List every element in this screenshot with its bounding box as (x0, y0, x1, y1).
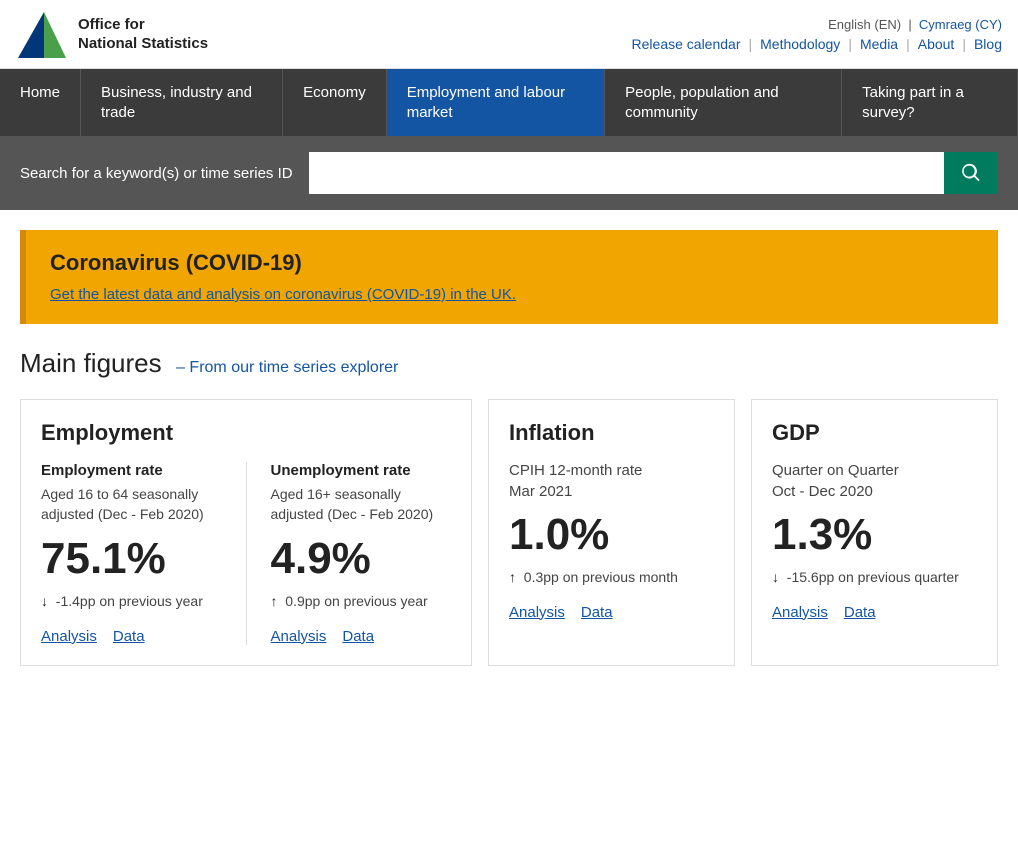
search-input[interactable] (309, 152, 944, 194)
unemployment-rate-arrow: ↑ (271, 593, 278, 609)
inflation-card: Inflation CPIH 12-month rate Mar 2021 1.… (488, 399, 735, 666)
inflation-value: 1.0% (509, 510, 714, 560)
employment-rate-change: ↓ -1.4pp on previous year (41, 592, 222, 612)
header: Office for National Statistics English (… (0, 0, 1018, 69)
logo-area: Office for National Statistics (16, 8, 208, 60)
media-link[interactable]: Media (860, 36, 898, 52)
search-input-wrap (309, 152, 998, 194)
main-nav: Home Business, industry and trade Econom… (0, 69, 1018, 136)
search-icon (960, 162, 982, 184)
covid-title: Coronavirus (COVID-19) (50, 250, 974, 276)
unemployment-rate-label: Unemployment rate (271, 462, 452, 479)
ons-logo-icon (16, 8, 68, 60)
employment-card-inner: Employment rate Aged 16 to 64 seasonally… (41, 462, 451, 645)
inflation-arrow: ↑ (509, 569, 516, 585)
employment-rate-data-link[interactable]: Data (113, 628, 145, 645)
lang-welsh-link[interactable]: Cymraeg (CY) (919, 17, 1002, 32)
nav-item-business[interactable]: Business, industry and trade (81, 69, 283, 136)
inflation-change: ↑ 0.3pp on previous month (509, 568, 714, 588)
nav-item-people[interactable]: People, population and community (605, 69, 842, 136)
unemployment-rate-desc: Aged 16+ seasonally adjusted (Dec - Feb … (271, 485, 452, 524)
release-calendar-link[interactable]: Release calendar (632, 36, 741, 52)
inflation-metric-label: CPIH 12-month rate (509, 462, 714, 479)
unemployment-rate-change: ↑ 0.9pp on previous year (271, 592, 452, 612)
employment-rate-analysis-link[interactable]: Analysis (41, 628, 97, 645)
search-label: Search for a keyword(s) or time series I… (20, 165, 293, 182)
gdp-metric-date: Oct - Dec 2020 (772, 483, 977, 500)
lang-english: English (EN) (828, 17, 901, 32)
covid-link[interactable]: Get the latest data and analysis on coro… (50, 286, 516, 303)
about-link[interactable]: About (918, 36, 955, 52)
language-bar: English (EN) | Cymraeg (CY) (632, 17, 1002, 32)
top-nav-links: Release calendar | Methodology | Media |… (632, 36, 1002, 52)
inflation-data-link[interactable]: Data (581, 604, 613, 621)
employment-card-title: Employment (41, 420, 451, 446)
covid-banner: Coronavirus (COVID-19) Get the latest da… (20, 230, 998, 324)
gdp-card: GDP Quarter on Quarter Oct - Dec 2020 1.… (751, 399, 998, 666)
inflation-card-title: Inflation (509, 420, 714, 446)
employment-card: Employment Employment rate Aged 16 to 64… (20, 399, 472, 666)
inflation-metric-date: Mar 2021 (509, 483, 714, 500)
gdp-change: ↓ -15.6pp on previous quarter (772, 568, 977, 588)
gdp-data-link[interactable]: Data (844, 604, 876, 621)
search-button[interactable] (944, 152, 998, 194)
employment-rate-value: 75.1% (41, 534, 222, 584)
main-figures-heading: Main figures – From our time series expl… (20, 348, 998, 379)
employment-divider (246, 462, 247, 645)
gdp-analysis-link[interactable]: Analysis (772, 604, 828, 621)
nav-item-home[interactable]: Home (0, 69, 81, 136)
methodology-link[interactable]: Methodology (760, 36, 840, 52)
main-figures-section: Main figures – From our time series expl… (0, 324, 1018, 686)
gdp-value: 1.3% (772, 510, 977, 560)
unemployment-rate-value: 4.9% (271, 534, 452, 584)
inflation-analysis-link[interactable]: Analysis (509, 604, 565, 621)
nav-item-survey[interactable]: Taking part in a survey? (842, 69, 1018, 136)
time-series-link[interactable]: – From our time series explorer (176, 359, 398, 376)
gdp-card-title: GDP (772, 420, 977, 446)
inflation-links: Analysis Data (509, 604, 714, 621)
gdp-links: Analysis Data (772, 604, 977, 621)
blog-link[interactable]: Blog (974, 36, 1002, 52)
nav-item-economy[interactable]: Economy (283, 69, 387, 136)
gdp-arrow: ↓ (772, 569, 779, 585)
top-right: English (EN) | Cymraeg (CY) Release cale… (632, 17, 1002, 52)
unemployment-rate-analysis-link[interactable]: Analysis (271, 628, 327, 645)
employment-rate-label: Employment rate (41, 462, 222, 479)
employment-rate-arrow: ↓ (41, 593, 48, 609)
unemployment-rate-data-link[interactable]: Data (342, 628, 374, 645)
employment-rate-desc: Aged 16 to 64 seasonally adjusted (Dec -… (41, 485, 222, 524)
nav-item-employment[interactable]: Employment and labour market (387, 69, 605, 136)
employment-rate-col: Employment rate Aged 16 to 64 seasonally… (41, 462, 222, 645)
search-bar: Search for a keyword(s) or time series I… (0, 136, 1018, 210)
cards-grid: Employment Employment rate Aged 16 to 64… (20, 399, 998, 666)
unemployment-rate-col: Unemployment rate Aged 16+ seasonally ad… (271, 462, 452, 645)
gdp-metric-label: Quarter on Quarter (772, 462, 977, 479)
logo-text: Office for National Statistics (78, 15, 208, 54)
employment-rate-links: Analysis Data (41, 628, 222, 645)
unemployment-rate-links: Analysis Data (271, 628, 452, 645)
